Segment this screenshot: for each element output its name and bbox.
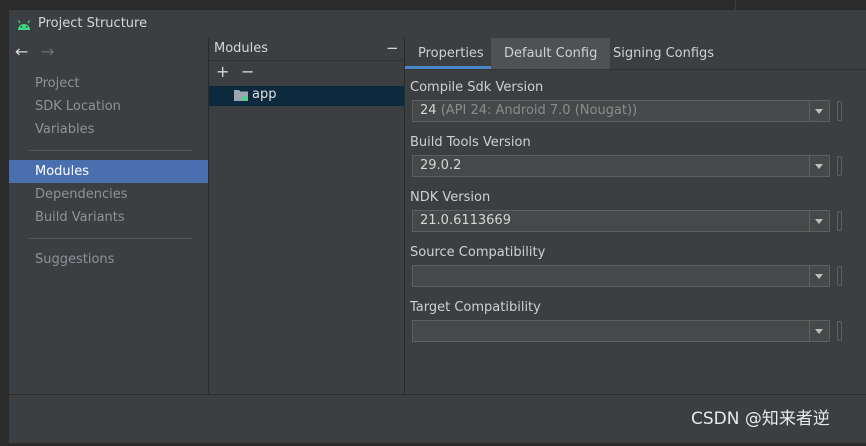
compile-sdk-label: Compile Sdk Version — [410, 80, 544, 95]
watermark: CSDN @知来者逆 — [691, 409, 830, 429]
dropdown-arrow-icon[interactable] — [809, 156, 829, 176]
project-structure-dialog: Project Structure ← → Project SDK Locati… — [8, 10, 866, 443]
sidebar-item-variables[interactable]: Variables — [9, 118, 208, 141]
build-tools-combo[interactable]: 29.0.2 — [412, 155, 830, 177]
ndk-version-combo[interactable]: 21.0.6113669 — [412, 210, 830, 232]
modules-title: Modules — [214, 41, 269, 56]
module-list-item[interactable]: app — [209, 86, 404, 106]
config-panel: Properties Default Config Signing Config… — [405, 38, 866, 394]
forward-arrow-icon[interactable]: → — [41, 42, 54, 61]
back-arrow-icon[interactable]: ← — [15, 42, 28, 61]
sidebar-nav: ← → Project SDK Location Variables Modul… — [9, 38, 209, 394]
modules-panel: Modules − + − app — [209, 38, 405, 394]
source-compat-aux-button[interactable] — [837, 266, 842, 286]
tab-properties[interactable]: Properties — [405, 38, 497, 69]
compile-sdk-value: 24 (API 24: Android 7.0 (Nougat)) — [420, 103, 638, 118]
target-compat-label: Target Compatibility — [410, 300, 541, 315]
dropdown-arrow-icon[interactable] — [809, 321, 829, 341]
build-tools-label: Build Tools Version — [410, 135, 531, 150]
tab-default-config[interactable]: Default Config — [491, 38, 611, 69]
add-module-button[interactable]: + — [216, 62, 229, 81]
tab-signing-configs[interactable]: Signing Configs — [600, 38, 727, 69]
dropdown-arrow-icon[interactable] — [809, 101, 829, 121]
sidebar-item-suggestions[interactable]: Suggestions — [9, 248, 208, 271]
source-compat-combo[interactable] — [412, 265, 830, 287]
sidebar-divider — [29, 150, 192, 151]
build-tools-aux-button[interactable] — [837, 156, 842, 176]
ide-background-top — [0, 0, 866, 10]
dropdown-arrow-icon[interactable] — [809, 266, 829, 286]
compile-sdk-aux-button[interactable] — [837, 101, 842, 121]
compile-sdk-combo[interactable]: 24 (API 24: Android 7.0 (Nougat)) — [412, 100, 830, 122]
dropdown-arrow-icon[interactable] — [809, 211, 829, 231]
sidebar-item-dependencies[interactable]: Dependencies — [9, 183, 208, 206]
title-bar: Project Structure — [9, 10, 866, 38]
collapse-icon[interactable]: − — [386, 39, 399, 57]
sidebar-item-sdk-location[interactable]: SDK Location — [9, 95, 208, 118]
target-compat-combo[interactable] — [412, 320, 830, 342]
window-title: Project Structure — [38, 16, 148, 31]
module-folder-icon — [234, 90, 248, 101]
ndk-version-label: NDK Version — [410, 190, 491, 205]
ide-background-left — [0, 0, 8, 446]
ide-divider — [735, 0, 736, 10]
source-compat-label: Source Compatibility — [410, 245, 546, 260]
build-tools-value: 29.0.2 — [420, 158, 462, 173]
module-label: app — [252, 87, 277, 102]
remove-module-button[interactable]: − — [241, 62, 254, 81]
sidebar-item-modules[interactable]: Modules — [9, 160, 208, 183]
ndk-version-value: 21.0.6113669 — [420, 213, 511, 228]
sidebar-item-build-variants[interactable]: Build Variants — [9, 206, 208, 229]
ndk-version-aux-button[interactable] — [837, 211, 842, 231]
sidebar-divider — [29, 238, 192, 239]
sidebar-item-project[interactable]: Project — [9, 72, 208, 95]
modules-header: Modules − — [209, 38, 404, 61]
target-compat-aux-button[interactable] — [837, 321, 842, 341]
android-icon — [17, 20, 31, 30]
tabs-divider — [405, 69, 866, 70]
